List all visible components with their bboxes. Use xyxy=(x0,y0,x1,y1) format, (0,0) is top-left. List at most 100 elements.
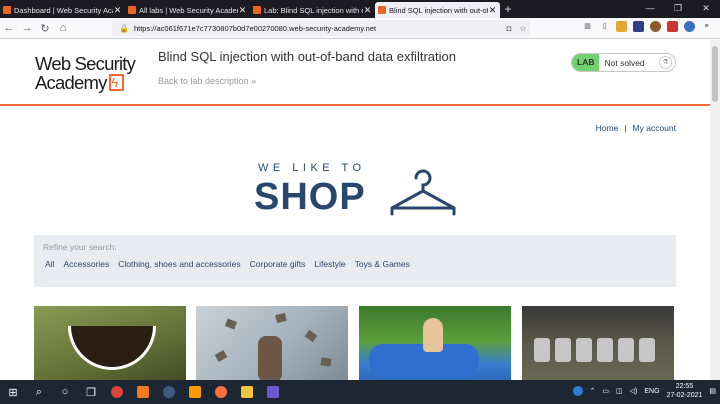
tab-title: All labs | Web Security Academ xyxy=(139,5,238,15)
browser-toolbar: ← → ↻ ⌂ 🔒 https://ac061f671e7c7730807b0d… xyxy=(0,18,720,39)
web-page: Web Security Academy Blind SQL injection… xyxy=(0,40,710,380)
burp-suite-icon[interactable] xyxy=(260,380,286,404)
browser-tab-all-labs[interactable]: All labs | Web Security Academ ✕ xyxy=(125,2,250,18)
task-view-icon[interactable]: ❐ xyxy=(78,380,104,404)
product-photo-child xyxy=(423,318,443,352)
portswigger-favicon-icon xyxy=(378,6,386,14)
filter-lifestyle[interactable]: Lifestyle xyxy=(314,259,345,269)
home-icon[interactable]: ⌂ xyxy=(54,22,72,34)
close-window-icon[interactable]: ✕ xyxy=(692,0,720,16)
close-tab-icon[interactable]: ✕ xyxy=(488,5,497,16)
battery-icon[interactable]: ▭ xyxy=(602,387,609,395)
system-tray: ⌃ ▭ ◫ ◁) ENG 22:55 27-02-2021 ▤ xyxy=(572,382,716,400)
page-scrollbar[interactable] xyxy=(710,40,720,380)
extension-cookie-icon[interactable] xyxy=(650,21,661,32)
url-text[interactable]: https://ac061f671e7c7730807b0d7e00270080… xyxy=(134,24,502,33)
shop-word: SHOP xyxy=(254,176,366,218)
scrollbar-thumb[interactable] xyxy=(712,46,718,102)
lightning-bolt-icon xyxy=(108,73,124,92)
filter-toys-games[interactable]: Toys & Games xyxy=(355,259,410,269)
tab-title: Blind SQL injection with out-of-b xyxy=(389,5,488,15)
help-icon[interactable] xyxy=(572,386,583,396)
filter-all[interactable]: All xyxy=(45,259,54,269)
search-icon[interactable]: ⌕ xyxy=(26,380,52,404)
back-arrow-icon[interactable]: ← xyxy=(0,22,18,34)
refine-search-panel: Refine your search: All Accessories Clot… xyxy=(34,235,676,287)
minimize-icon[interactable]: — xyxy=(636,0,664,16)
tab-title: Dashboard | Web Security Acade xyxy=(14,5,113,15)
library-icon[interactable]: ▥ xyxy=(582,21,593,32)
notifications-icon[interactable]: ▤ xyxy=(709,387,716,395)
window-controls: — ❐ ✕ xyxy=(636,0,720,16)
chrome-icon[interactable] xyxy=(104,380,130,404)
clock-time: 22:55 xyxy=(675,383,694,390)
browser-tab-active[interactable]: Blind SQL injection with out-of-b ✕ xyxy=(375,2,500,18)
xampp-icon[interactable] xyxy=(130,380,156,404)
filter-corporate-gifts[interactable]: Corporate gifts xyxy=(250,259,306,269)
lab-badge: LAB xyxy=(572,54,600,71)
refine-search-label: Refine your search: xyxy=(43,242,117,252)
extension-globe-icon[interactable] xyxy=(684,21,695,32)
product-image[interactable] xyxy=(359,306,511,380)
lab-status-widget: LAB Not solved ⚗ xyxy=(571,53,676,72)
product-photo-figure xyxy=(258,336,282,380)
pocket-icon[interactable]: ◘ xyxy=(502,24,516,33)
product-image[interactable] xyxy=(196,306,348,380)
language-indicator[interactable]: ENG xyxy=(644,388,659,395)
extension-foxyproxy-icon[interactable] xyxy=(667,21,678,32)
reload-icon[interactable]: ↻ xyxy=(36,22,54,35)
windows-taskbar: ⊞ ⌕ ○ ❐ ⌃ ▭ ◫ ◁) ENG 22:55 27-02-2021 ▤ xyxy=(0,380,720,404)
logo-line-2: Academy xyxy=(35,73,147,92)
browser-tab-strip: Dashboard | Web Security Acade ✕ All lab… xyxy=(0,0,720,18)
lock-icon[interactable]: 🔒 xyxy=(119,24,129,33)
my-account-link[interactable]: My account xyxy=(633,123,676,133)
filter-accessories[interactable]: Accessories xyxy=(63,259,109,269)
tray-chevron-up-icon[interactable]: ⌃ xyxy=(590,387,596,395)
close-tab-icon[interactable]: ✕ xyxy=(238,5,247,16)
lab-title: Blind SQL injection with out-of-band dat… xyxy=(158,49,456,64)
menu-icon[interactable]: ≡ xyxy=(701,21,712,32)
clock[interactable]: 22:55 27-02-2021 xyxy=(667,382,703,400)
bookmark-star-icon[interactable]: ☆ xyxy=(516,24,530,33)
portswigger-favicon-icon xyxy=(3,6,11,14)
home-link[interactable]: Home xyxy=(596,123,619,133)
close-tab-icon[interactable]: ✕ xyxy=(113,5,122,16)
file-explorer-icon[interactable] xyxy=(234,380,260,404)
browser-tab-lab[interactable]: Lab: Blind SQL injection with ou ✕ xyxy=(250,2,375,18)
filter-clothing[interactable]: Clothing, shoes and accessories xyxy=(118,259,240,269)
close-tab-icon[interactable]: ✕ xyxy=(363,5,372,16)
maximize-icon[interactable]: ❐ xyxy=(664,0,692,16)
coat-hanger-icon xyxy=(390,169,456,216)
windows-start-icon[interactable]: ⊞ xyxy=(0,380,26,404)
web-security-academy-logo[interactable]: Web Security Academy xyxy=(35,54,147,92)
nav-separator: | xyxy=(624,123,627,133)
clock-date: 27-02-2021 xyxy=(666,392,703,399)
portswigger-favicon-icon xyxy=(253,6,261,14)
firefox-icon[interactable] xyxy=(208,380,234,404)
extension-wappalyzer-icon[interactable] xyxy=(616,21,627,32)
new-tab-button[interactable]: + xyxy=(500,2,516,18)
product-image[interactable] xyxy=(522,306,674,380)
portswigger-favicon-icon xyxy=(128,6,136,14)
app-globe-icon[interactable] xyxy=(156,380,182,404)
forward-arrow-icon[interactable]: → xyxy=(18,22,36,34)
flask-icon: ⚗ xyxy=(659,56,672,69)
shop-tagline: WE LIKE TO xyxy=(258,162,366,174)
header-divider xyxy=(0,104,710,106)
sidebar-icon[interactable]: ▯ xyxy=(599,21,610,32)
tab-title: Lab: Blind SQL injection with ou xyxy=(264,5,363,15)
category-filters: All Accessories Clothing, shoes and acce… xyxy=(45,259,410,269)
address-bar[interactable]: 🔒 https://ac061f671e7c7730807b0d7e002700… xyxy=(112,20,530,36)
product-photo-grin xyxy=(68,326,156,370)
product-photo-cans xyxy=(534,338,664,364)
sublime-text-icon[interactable] xyxy=(182,380,208,404)
volume-icon[interactable]: ◁) xyxy=(630,387,638,395)
network-icon[interactable]: ◫ xyxy=(616,387,623,395)
back-to-description-link[interactable]: Back to lab description » xyxy=(158,76,256,86)
browser-tab-dashboard[interactable]: Dashboard | Web Security Acade ✕ xyxy=(0,2,125,18)
cortana-icon[interactable]: ○ xyxy=(52,380,78,404)
extension-icons: ▥ ▯ ≡ xyxy=(582,21,712,32)
shop-logo: WE LIKE TO SHOP xyxy=(254,162,464,218)
extension-shield-icon[interactable] xyxy=(633,21,644,32)
product-image[interactable] xyxy=(34,306,186,380)
